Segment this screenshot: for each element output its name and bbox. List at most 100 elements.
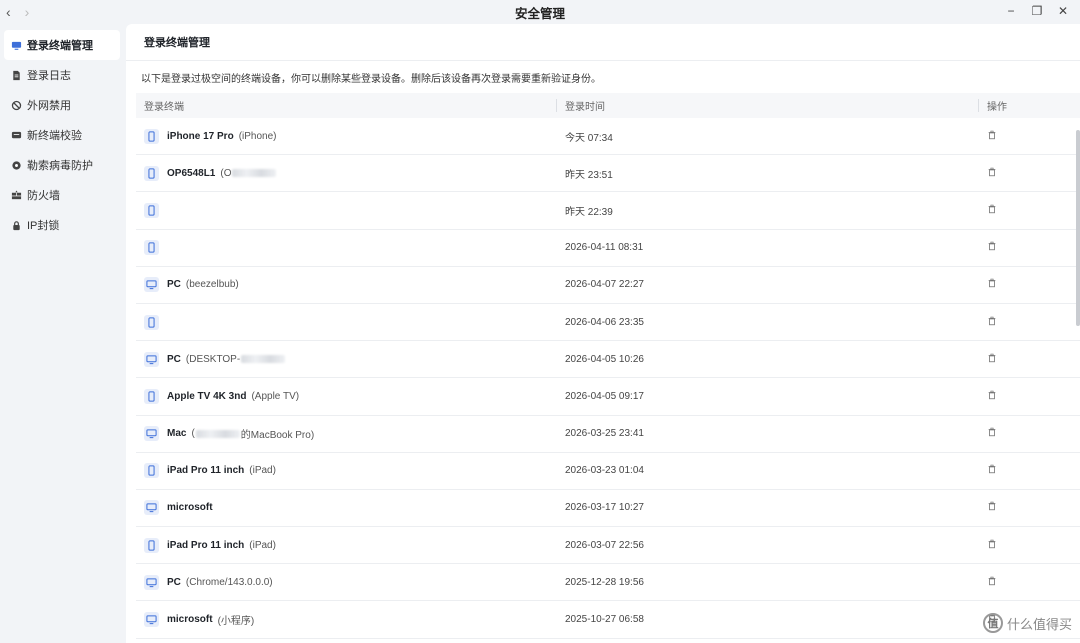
restore-button[interactable]: ❐	[1030, 3, 1044, 19]
sidebar-item-label: 勒索病毒防护	[27, 160, 93, 172]
table-row: iPhone 17 Pro (iPhone) 今天 07:34	[136, 118, 1080, 156]
sidebar-item-label: 登录日志	[27, 70, 71, 82]
action-cell	[979, 453, 1080, 489]
trash-icon[interactable]	[987, 204, 997, 217]
action-cell	[979, 230, 1080, 266]
back-button[interactable]: ‹	[6, 3, 11, 21]
device-cell: microsoft (小程序)	[136, 601, 557, 637]
table-row: 2026-04-11 08:31	[136, 230, 1080, 267]
sidebar-item-0[interactable]: 登录终端管理	[4, 30, 120, 60]
watermark: 值 什么值得买	[982, 613, 1072, 633]
ban-icon	[10, 99, 22, 111]
forward-button[interactable]: ›	[25, 3, 30, 21]
trash-icon[interactable]	[987, 539, 997, 552]
sidebar-item-label: 新终端校验	[27, 130, 82, 142]
device-model: (Chrome/143.0.0.0)	[185, 576, 273, 588]
action-cell	[979, 341, 1080, 377]
mobile-device-icon	[144, 388, 159, 404]
trash-icon[interactable]	[987, 464, 997, 477]
action-cell	[979, 155, 1080, 191]
sidebar: 登录终端管理登录日志外网禁用新终端校验勒索病毒防护 防火墙 IP封锁	[0, 30, 126, 643]
column-header-device: 登录终端	[136, 93, 557, 118]
page-description: 以下是登录过极空间的终端设备，你可以删除某些登录设备。删除后该设备再次登录需要重…	[141, 74, 601, 85]
computer-icon	[144, 426, 159, 442]
device-model: (iPhone)	[238, 130, 277, 142]
device-model: (Apple TV)	[251, 390, 300, 402]
device-name: PC	[167, 279, 181, 291]
trash-icon[interactable]	[987, 167, 997, 180]
trash-icon[interactable]	[987, 576, 997, 589]
device-name: OP6548L1	[167, 167, 216, 179]
login-time: 2026-04-05 10:26	[565, 353, 644, 365]
table-row: iPad Pro 11 inch (iPad) 2026-03-23 01:04	[136, 453, 1080, 490]
mobile-device-icon	[144, 537, 159, 553]
table-row: PC (DESKTOP- 2026-04-05 10:26	[136, 341, 1080, 379]
sidebar-item-6[interactable]: IP封锁	[4, 210, 120, 240]
computer-icon	[144, 277, 159, 293]
action-cell	[979, 564, 1080, 600]
login-time: 今天 07:34	[565, 132, 613, 144]
device-cell: iPhone 17 Pro (iPhone)	[136, 118, 557, 154]
trash-icon[interactable]	[987, 390, 997, 403]
login-time: 昨天 23:51	[565, 169, 613, 181]
redacted-text	[232, 169, 277, 178]
column-header-time: 登录时间	[557, 93, 979, 118]
action-cell	[979, 304, 1080, 340]
window-controls: − ❐ ✕	[1004, 3, 1070, 19]
window-title: 安全管理	[514, 6, 565, 21]
trash-icon[interactable]	[987, 501, 997, 514]
action-cell	[979, 267, 1080, 303]
login-time: 2026-03-17 10:27	[565, 502, 644, 514]
device-cell: Mac ( 的MacBook Pro)	[136, 416, 557, 452]
trash-icon[interactable]	[987, 316, 997, 329]
device-name: iPad Pro 11 inch	[167, 539, 245, 551]
action-cell	[979, 378, 1080, 414]
main-panel: 登录终端管理 以下是登录过极空间的终端设备，你可以删除某些登录设备。删除后该设备…	[126, 24, 1080, 643]
sidebar-item-label: 防火墙	[27, 190, 60, 202]
sidebar-item-2[interactable]: 外网禁用	[4, 90, 120, 120]
trash-icon[interactable]	[987, 241, 997, 254]
action-cell	[979, 490, 1080, 526]
action-cell	[979, 192, 1080, 228]
table-row: Mac ( 的MacBook Pro) 2026-03-25 23:41	[136, 416, 1080, 453]
trash-icon[interactable]	[987, 353, 997, 366]
message-icon	[10, 129, 22, 141]
device-model-suffix: 的MacBook Pro)	[240, 430, 315, 442]
mobile-device-icon	[144, 314, 159, 330]
nav-buttons: ‹ ›	[6, 3, 29, 21]
device-model: (	[191, 428, 195, 440]
scrollbar[interactable]	[1076, 130, 1080, 326]
sidebar-item-4[interactable]: 勒索病毒防护	[4, 150, 120, 180]
device-name: iPhone 17 Pro	[167, 130, 234, 142]
document-icon	[10, 69, 22, 81]
action-cell	[979, 527, 1080, 563]
device-name: microsoft	[167, 614, 213, 626]
sidebar-item-label: 外网禁用	[27, 100, 71, 112]
sidebar-item-3[interactable]: 新终端校验	[4, 120, 120, 150]
sidebar-item-1[interactable]: 登录日志	[4, 60, 120, 90]
redacted-text	[241, 355, 286, 364]
minimize-button[interactable]: −	[1004, 3, 1018, 19]
sidebar-item-5[interactable]: 防火墙	[4, 180, 120, 210]
device-name: iPad Pro 11 inch	[167, 465, 245, 477]
trash-icon[interactable]	[987, 427, 997, 440]
column-header-action: 操作	[987, 102, 1007, 113]
device-cell: iPad Pro 11 inch (iPad)	[136, 453, 557, 489]
table-row: OP6548L1 (O 昨天 23:51	[136, 155, 1080, 193]
login-time: 2025-10-27 06:58	[565, 614, 644, 626]
device-name: PC	[167, 576, 181, 588]
mobile-device-icon	[144, 240, 159, 256]
action-cell	[979, 118, 1080, 154]
trash-icon[interactable]	[987, 278, 997, 291]
login-time: 昨天 22:39	[565, 206, 613, 218]
device-cell: OP6548L1 (O	[136, 155, 557, 191]
mobile-device-icon	[144, 165, 159, 181]
trash-icon[interactable]	[987, 130, 997, 143]
device-name: Mac	[167, 428, 187, 440]
login-time: 2026-04-07 22:27	[565, 279, 644, 291]
login-time: 2026-03-25 23:41	[565, 428, 644, 440]
device-cell: PC (DESKTOP-	[136, 341, 557, 377]
device-model: (O	[220, 167, 232, 179]
close-button[interactable]: ✕	[1056, 3, 1070, 19]
action-cell	[979, 416, 1080, 452]
